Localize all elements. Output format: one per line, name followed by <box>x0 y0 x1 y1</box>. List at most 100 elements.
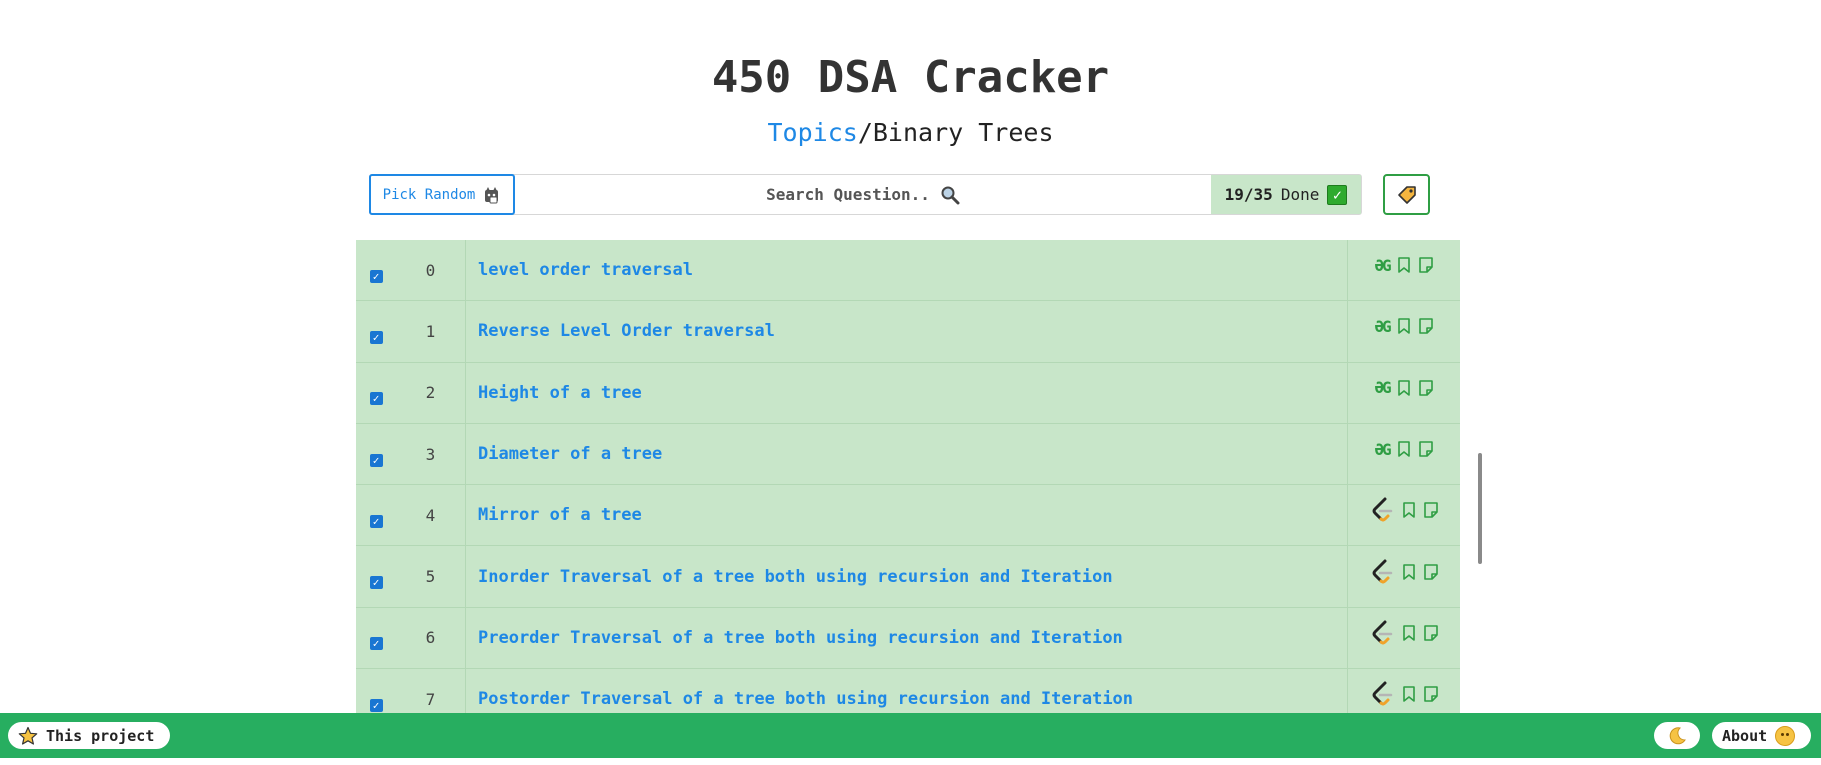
done-counter: 19/35 Done ✓ <box>1211 175 1361 214</box>
row-checkbox[interactable]: ✓ <box>369 392 383 406</box>
geeksforgeeks-icon[interactable]: ƏG <box>1374 256 1391 275</box>
row-number: 5 <box>396 546 466 607</box>
breadcrumb: Topics/Binary Trees <box>0 118 1821 147</box>
note-icon[interactable] <box>1418 379 1434 397</box>
bookmark-icon[interactable] <box>1401 563 1417 581</box>
row-actions <box>1348 546 1460 606</box>
note-icon[interactable] <box>1423 501 1439 519</box>
row-checkbox-cell: ✓ <box>356 380 396 406</box>
row-actions: ƏG <box>1348 424 1460 484</box>
row-number: 6 <box>396 607 466 669</box>
footer-bar: This project About <box>0 713 1821 758</box>
question-link[interactable]: Reverse Level Order traversal <box>466 301 1348 362</box>
geeksforgeeks-icon[interactable]: ƏG <box>1374 317 1391 336</box>
row-number: 4 <box>396 485 466 546</box>
table-row: ✓ 2 Height of a tree ƏG <box>356 362 1460 424</box>
table-row: ✓ 6 Preorder Traversal of a tree both usin… <box>356 607 1460 670</box>
breadcrumb-separator: / <box>857 118 873 147</box>
check-mark-icon: ✓ <box>1327 184 1348 205</box>
search-input[interactable]: Search Question.. <box>515 175 1211 214</box>
row-actions: ƏG <box>1348 363 1460 423</box>
dark-mode-toggle[interactable] <box>1654 722 1700 749</box>
note-icon[interactable] <box>1418 256 1434 274</box>
note-icon[interactable] <box>1423 563 1439 581</box>
star-icon <box>18 726 38 745</box>
toolbar: Pick Random Search Question.. 19/35 Done… <box>369 174 1362 215</box>
questions-table: ✓ 0 level order traversal ƏG ✓ 1 Reverse Level… <box>356 240 1460 713</box>
row-number: 2 <box>396 362 466 423</box>
question-link[interactable]: Diameter of a tree <box>466 423 1348 485</box>
row-checkbox[interactable]: ✓ <box>369 576 383 590</box>
cat-dice-icon <box>485 186 499 203</box>
tag-button[interactable] <box>1383 174 1430 215</box>
table-row: ✓ 5 Inorder Traversal of a tree both using… <box>356 546 1460 608</box>
pick-random-label: Pick Random <box>382 186 476 203</box>
row-number: 0 <box>396 240 466 301</box>
row-number: 1 <box>396 301 466 362</box>
leetcode-icon[interactable] <box>1369 619 1395 647</box>
bookmark-icon[interactable] <box>1396 440 1412 458</box>
table-row: ✓ 1 Reverse Level Order traversal ƏG <box>356 301 1460 363</box>
row-number: 3 <box>396 423 466 485</box>
geeksforgeeks-icon[interactable]: ƏG <box>1374 378 1391 397</box>
tag-icon <box>1397 185 1416 204</box>
row-checkbox-cell: ✓ <box>356 687 396 712</box>
row-checkbox[interactable]: ✓ <box>369 637 383 651</box>
note-icon[interactable] <box>1418 317 1434 335</box>
row-checkbox-cell: ✓ <box>356 503 396 528</box>
note-icon[interactable] <box>1423 685 1439 703</box>
bookmark-icon[interactable] <box>1396 317 1412 335</box>
about-button[interactable]: About <box>1712 722 1811 749</box>
breadcrumb-current: Binary Trees <box>872 118 1054 147</box>
this-project-label: This project <box>46 726 155 745</box>
question-link[interactable]: Preorder Traversal of a tree both using … <box>466 607 1348 669</box>
row-checkbox-cell: ✓ <box>356 319 396 344</box>
magnifier-icon <box>941 186 960 204</box>
table-row: ✓ 0 level order traversal ƏG <box>356 240 1460 302</box>
question-link[interactable]: Postorder Traversal of a tree both using… <box>466 669 1348 713</box>
breadcrumb-topics-link[interactable]: Topics <box>768 118 858 147</box>
row-checkbox[interactable]: ✓ <box>369 330 383 344</box>
row-actions: ƏG <box>1348 301 1460 361</box>
row-actions <box>1348 608 1460 668</box>
page: 450 DSA Cracker Topics/Binary Trees Pick… <box>0 0 1821 765</box>
question-link[interactable]: Mirror of a tree <box>466 485 1348 546</box>
pick-random-button[interactable]: Pick Random <box>369 174 515 215</box>
search-placeholder: Search Question.. <box>766 185 930 204</box>
bookmark-icon[interactable] <box>1401 501 1417 519</box>
leetcode-icon[interactable] <box>1369 680 1395 708</box>
note-icon[interactable] <box>1418 440 1434 458</box>
scrollbar-thumb[interactable] <box>1478 453 1482 564</box>
table-row: ✓ 4 Mirror of a tree <box>356 485 1460 547</box>
row-checkbox-cell: ✓ <box>356 442 396 467</box>
done-label: Done <box>1280 185 1320 204</box>
row-checkbox[interactable]: ✓ <box>369 269 383 283</box>
bookmark-icon[interactable] <box>1396 379 1412 397</box>
bookmark-icon[interactable] <box>1396 256 1412 274</box>
leetcode-icon[interactable] <box>1369 496 1395 524</box>
bookmark-icon[interactable] <box>1401 685 1417 703</box>
question-link[interactable]: level order traversal <box>466 240 1348 301</box>
done-count: 19/35 <box>1224 185 1273 204</box>
row-actions <box>1348 485 1460 545</box>
bookmark-icon[interactable] <box>1401 624 1417 642</box>
smiley-icon <box>1775 725 1796 746</box>
question-link[interactable]: Inorder Traversal of a tree both using r… <box>466 546 1348 607</box>
row-checkbox[interactable]: ✓ <box>369 514 383 528</box>
row-actions <box>1348 669 1460 713</box>
row-checkbox-cell: ✓ <box>356 625 396 651</box>
row-checkbox[interactable]: ✓ <box>369 453 383 467</box>
about-label: About <box>1722 726 1768 745</box>
row-checkbox-cell: ✓ <box>356 258 396 283</box>
row-checkbox[interactable]: ✓ <box>369 698 383 712</box>
moon-icon <box>1669 726 1686 744</box>
table-row: ✓ 7 Postorder Traversal of a tree both usi… <box>356 669 1460 713</box>
row-actions: ƏG <box>1348 240 1460 300</box>
page-title: 450 DSA Cracker <box>711 52 1110 103</box>
row-number: 7 <box>396 669 466 713</box>
question-link[interactable]: Height of a tree <box>466 362 1348 423</box>
this-project-button[interactable]: This project <box>8 722 170 749</box>
note-icon[interactable] <box>1423 624 1439 642</box>
leetcode-icon[interactable] <box>1369 558 1395 586</box>
geeksforgeeks-icon[interactable]: ƏG <box>1374 440 1391 459</box>
